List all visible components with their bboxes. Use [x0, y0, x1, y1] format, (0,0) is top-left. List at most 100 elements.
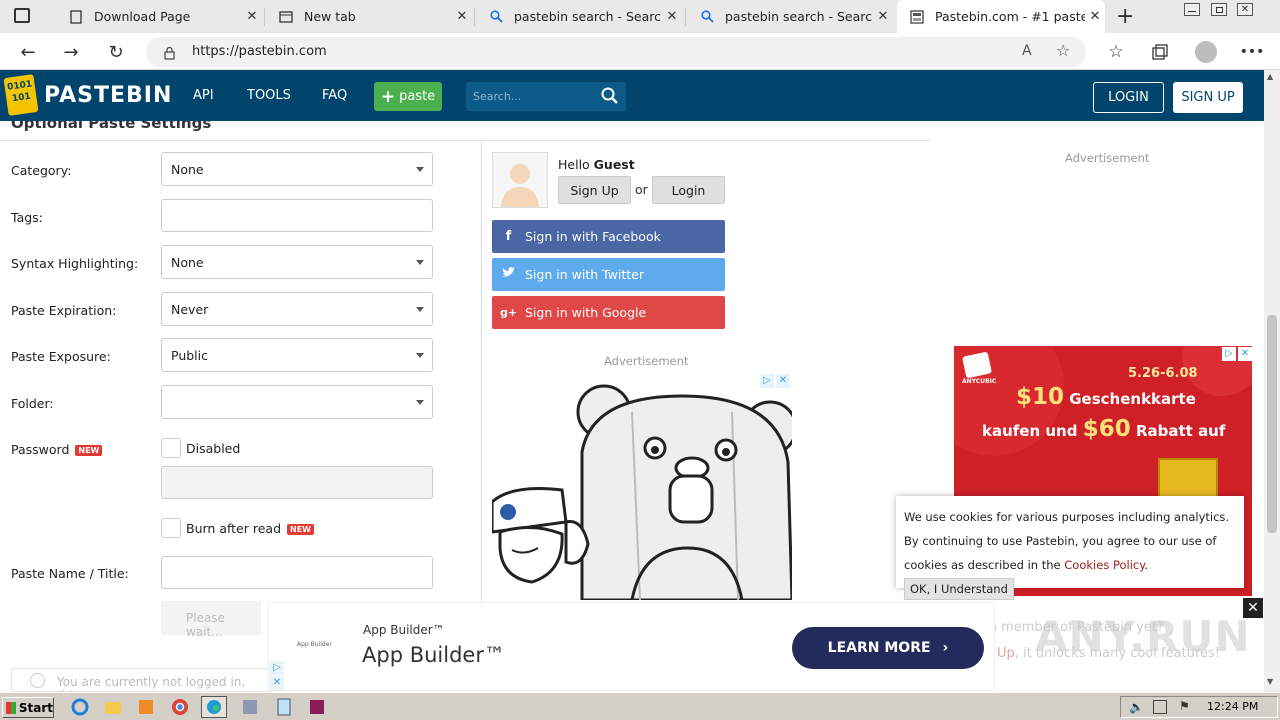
- back-icon[interactable]: ←: [15, 39, 41, 65]
- adchoices-icon[interactable]: ▷: [1222, 347, 1236, 361]
- nav-tools[interactable]: TOOLS: [247, 88, 291, 103]
- learn-more-button[interactable]: LEARN MORE ›: [792, 627, 984, 669]
- collections-icon[interactable]: [1147, 39, 1173, 65]
- close-icon[interactable]: ✕: [452, 9, 472, 24]
- lock-icon[interactable]: [164, 45, 175, 60]
- nav-faq[interactable]: FAQ: [322, 88, 347, 103]
- new-paste-button[interactable]: + paste: [374, 82, 442, 111]
- adchoices-icon[interactable]: ▷: [760, 374, 774, 388]
- chrome-icon[interactable]: [170, 697, 190, 717]
- search-icon: [699, 9, 715, 25]
- column-divider: [481, 141, 482, 601]
- profile-avatar[interactable]: [1195, 41, 1217, 63]
- volume-icon[interactable]: 🔈: [1129, 700, 1144, 714]
- or-text: or: [635, 182, 648, 197]
- bottom-ad-banner[interactable]: App Builder App Builder™ App Builder™ LE…: [268, 602, 995, 691]
- site-search[interactable]: Search...: [466, 82, 626, 111]
- twitter-signin-button[interactable]: Sign in with Twitter: [492, 258, 725, 291]
- create-paste-button[interactable]: Please wait...: [161, 601, 261, 639]
- app-builder-logo: App Builder: [297, 641, 332, 648]
- tags-input[interactable]: [161, 199, 433, 232]
- scrollbar-thumb[interactable]: [1267, 315, 1277, 533]
- minimize-icon[interactable]: [1184, 3, 1200, 16]
- app-icon[interactable]: [240, 697, 260, 717]
- close-icon[interactable]: ✕: [873, 9, 893, 24]
- burn-label[interactable]: Burn after read NEW: [186, 521, 314, 536]
- header-signup-button[interactable]: SIGN UP: [1173, 82, 1243, 113]
- chevron-down-icon: [416, 260, 424, 265]
- scroll-up-arrow[interactable]: ▲: [1267, 72, 1273, 81]
- site-name[interactable]: PASTEBIN: [44, 83, 172, 108]
- read-aloud-icon[interactable]: A: [1022, 43, 1032, 59]
- category-select[interactable]: None: [161, 152, 433, 186]
- tab-title: pastebin search - Search: [514, 9, 662, 24]
- tab-separator: [264, 8, 265, 26]
- search-icon[interactable]: [600, 86, 620, 106]
- new-tab-plus-icon[interactable]: +: [1116, 4, 1134, 29]
- tab-pastebin-search-1[interactable]: pastebin search - Search ✕: [476, 0, 682, 33]
- burn-checkbox[interactable]: [161, 518, 181, 538]
- cookie-accept-button[interactable]: OK, I Understand: [904, 578, 1014, 600]
- syntax-value: None: [171, 255, 204, 270]
- expiration-select[interactable]: Never: [161, 292, 433, 326]
- flag-icon[interactable]: ⚑: [1179, 699, 1190, 713]
- tab-title: Pastebin.com - #1 paste t: [935, 9, 1085, 24]
- anyrun-watermark: ANY.RUN: [1035, 612, 1251, 661]
- refresh-icon[interactable]: ↻: [103, 39, 129, 65]
- facebook-signin-button[interactable]: f Sign in with Facebook: [492, 220, 725, 253]
- tab-pastebin-search-2[interactable]: pastebin search - Search ✕: [687, 0, 893, 33]
- more-options-icon[interactable]: •••: [1239, 39, 1265, 65]
- exposure-select[interactable]: Public: [161, 338, 433, 372]
- folder-select[interactable]: [161, 385, 433, 419]
- favorites-icon[interactable]: ☆: [1103, 39, 1129, 65]
- nav-api[interactable]: API: [193, 88, 214, 103]
- title-input[interactable]: [161, 556, 433, 589]
- tab-separator: [685, 8, 686, 26]
- tab-separator: [474, 8, 475, 26]
- tab-new-tab[interactable]: New tab ✕: [266, 0, 472, 33]
- folder-icon[interactable]: [103, 697, 123, 717]
- google-signin-button[interactable]: g+ Sign in with Google: [492, 296, 725, 329]
- cookie-banner: We use cookies for various purposes incl…: [896, 496, 1244, 600]
- ie-icon[interactable]: [70, 697, 90, 717]
- cookies-policy-link[interactable]: Cookies Policy: [1064, 558, 1144, 572]
- scroll-down-arrow[interactable]: ▼: [1267, 677, 1273, 686]
- bear-ad-image[interactable]: ▷ ✕: [492, 372, 792, 600]
- page-scrollbar[interactable]: ▲ ▼: [1264, 70, 1280, 692]
- guest-login-button[interactable]: Login: [652, 176, 725, 204]
- tab-actions-icon[interactable]: [14, 8, 30, 23]
- header-login-button[interactable]: LOGIN: [1093, 82, 1164, 113]
- ad-close-icon[interactable]: ✕: [270, 676, 284, 690]
- password-checkbox[interactable]: [161, 438, 181, 458]
- password-input[interactable]: [161, 466, 433, 499]
- adchoices-icon[interactable]: ▷: [270, 661, 284, 675]
- close-bottom-ad-icon[interactable]: ✕: [1243, 598, 1263, 618]
- forward-icon[interactable]: →: [58, 39, 84, 65]
- exposure-label: Paste Exposure:: [11, 349, 111, 364]
- edge-icon[interactable]: [201, 696, 227, 718]
- winrar-icon[interactable]: [307, 697, 327, 717]
- close-icon[interactable]: ✕: [662, 9, 682, 24]
- guest-signup-button[interactable]: Sign Up: [558, 176, 631, 204]
- member-teaser-up[interactable]: Up: [997, 646, 1015, 661]
- network-icon[interactable]: [1153, 700, 1167, 714]
- tab-pastebin-active[interactable]: Pastebin.com - #1 paste t ✕: [897, 0, 1105, 33]
- ad-close-icon[interactable]: ✕: [776, 374, 790, 388]
- syntax-select[interactable]: None: [161, 245, 433, 279]
- pastebin-logo[interactable]: 0101 101: [3, 74, 39, 116]
- close-icon[interactable]: ✕: [242, 9, 262, 24]
- start-button[interactable]: Start: [2, 697, 54, 718]
- address-bar[interactable]: https://pastebin.com A ☆: [146, 37, 1086, 67]
- add-favorite-icon[interactable]: ☆: [1056, 41, 1070, 60]
- ad-close-icon[interactable]: ✕: [1238, 347, 1252, 361]
- password-checkbox-label[interactable]: Disabled: [186, 441, 240, 456]
- window-close-icon[interactable]: ✕: [1237, 3, 1253, 16]
- close-icon[interactable]: ✕: [1085, 9, 1105, 24]
- category-value: None: [171, 162, 204, 177]
- url-text[interactable]: https://pastebin.com: [192, 44, 327, 59]
- tab-download-page[interactable]: Download Page ✕: [56, 0, 262, 33]
- notepad-icon[interactable]: [274, 697, 294, 717]
- restore-icon[interactable]: [1211, 3, 1227, 16]
- search-icon: [488, 9, 504, 25]
- media-player-icon[interactable]: [136, 697, 156, 717]
